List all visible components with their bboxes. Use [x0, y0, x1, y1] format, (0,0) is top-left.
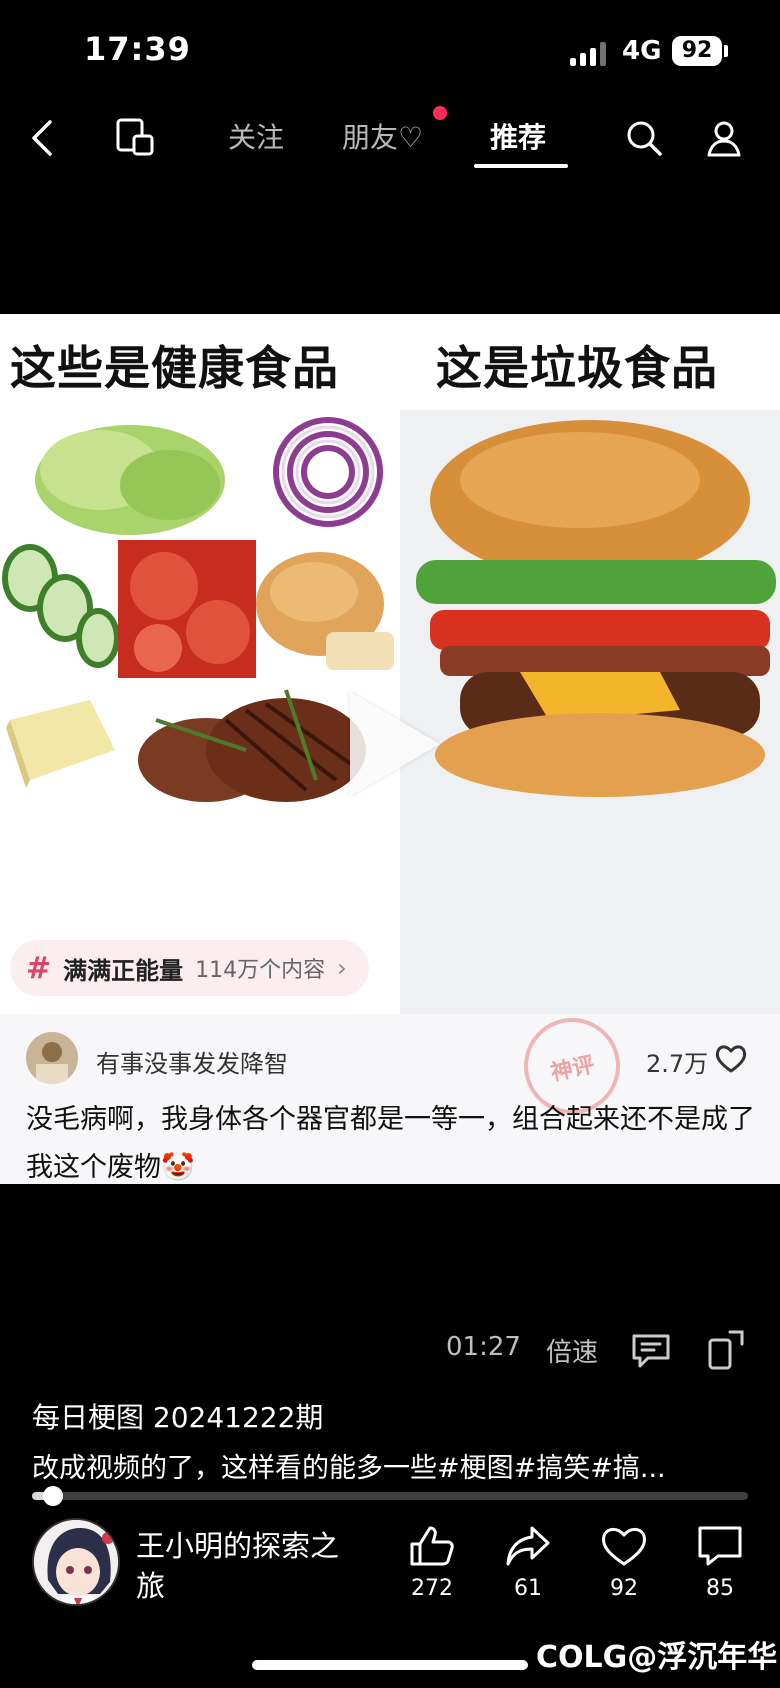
tab-friends[interactable]: 朋友♡: [342, 116, 423, 156]
featured-comment: 有事没事发发降智 神评 2.7万 没毛病啊，我身体各个器官都是一等一，组合起来还…: [0, 1009, 780, 1184]
progress-bar[interactable]: [32, 1486, 748, 1506]
like-count: 272: [411, 1576, 453, 1601]
favorite-button[interactable]: 92: [584, 1524, 664, 1601]
danmaku-button[interactable]: [630, 1330, 672, 1370]
progress-knob[interactable]: [43, 1486, 64, 1506]
author-avatar[interactable]: [32, 1518, 120, 1606]
bun-image: [256, 552, 394, 670]
favorite-count: 92: [610, 1576, 638, 1601]
search-icon: [627, 121, 662, 156]
tab-following[interactable]: 关注: [228, 116, 284, 156]
notification-dot: [433, 106, 447, 120]
hashtag-icon: #: [26, 950, 52, 986]
signal-icon: [570, 42, 610, 66]
tab-recommended[interactable]: 推荐: [490, 116, 546, 156]
video-time: 01:27: [446, 1332, 521, 1362]
junk-food-heading: 这是垃圾食品: [436, 341, 718, 395]
comment-icon: [698, 1526, 742, 1566]
rotate-screen-button[interactable]: [706, 1328, 746, 1372]
tomato-image: [118, 540, 256, 678]
active-tab-indicator: [474, 164, 568, 168]
multi-screen-icon: [116, 118, 154, 156]
lettuce-image: [35, 425, 225, 535]
heart-icon: [602, 1528, 646, 1566]
video-title: 每日梗图 20241222期: [32, 1401, 324, 1434]
topic-tag[interactable]: # 满满正能量 114万个内容 ›: [10, 940, 369, 996]
video-controls: 01:27 倍速: [0, 1322, 780, 1378]
profile-button[interactable]: [696, 110, 752, 166]
steak-image: [138, 689, 366, 802]
topic-name: 满满正能量: [63, 956, 184, 985]
cucumber-image: [2, 544, 120, 668]
share-count: 61: [514, 1576, 542, 1601]
back-button[interactable]: [14, 110, 70, 166]
status-bar: 17:39 4G 92: [0, 0, 780, 100]
watermark: COLG@浮沉年华: [536, 1640, 778, 1675]
network-type: 4G: [622, 36, 662, 66]
commenter-avatar: [26, 1032, 78, 1084]
share-button[interactable]: 61: [488, 1524, 568, 1601]
topic-count: 114万个内容: [195, 958, 326, 983]
like-button[interactable]: 272: [392, 1524, 472, 1601]
comment-button[interactable]: 85: [680, 1524, 760, 1601]
butter-image: [6, 700, 115, 788]
search-button[interactable]: [616, 110, 672, 166]
speed-button[interactable]: 倍速: [546, 1332, 598, 1369]
thumbs-up-icon: [410, 1526, 454, 1566]
comment-count: 85: [706, 1576, 734, 1601]
healthy-food-heading: 这些是健康食品: [10, 341, 339, 395]
share-icon: [506, 1526, 550, 1566]
comment-text: 没毛病啊，我身体各个器官都是一等一，组合起来还不是成了我这个废物🤡: [26, 1104, 755, 1183]
chevron-right-icon: ›: [337, 954, 347, 982]
home-indicator[interactable]: [252, 1660, 528, 1670]
comment-like-icon: [715, 1045, 747, 1073]
battery-tip: [724, 45, 728, 57]
comment-like-count: 2.7万: [646, 1050, 709, 1078]
commenter-name: 有事没事发发降智: [96, 1050, 288, 1078]
battery-icon: 92: [672, 36, 722, 66]
screen-cast-button[interactable]: [108, 110, 164, 166]
onion-image: [273, 417, 383, 527]
video-description[interactable]: 改成视频的了，这样看的能多一些#梗图#搞笑#搞...: [32, 1446, 666, 1485]
status-time: 17:39: [84, 30, 191, 68]
chevron-left-icon: [32, 120, 52, 156]
author-name[interactable]: 王小明的探索之旅: [136, 1526, 366, 1606]
play-icon[interactable]: [350, 692, 440, 796]
meme-image[interactable]: 这些是健康食品 这是垃圾食品 # 满满正能量 114万个内容 › 有事没事发发降…: [0, 314, 780, 1184]
person-icon: [707, 121, 741, 157]
